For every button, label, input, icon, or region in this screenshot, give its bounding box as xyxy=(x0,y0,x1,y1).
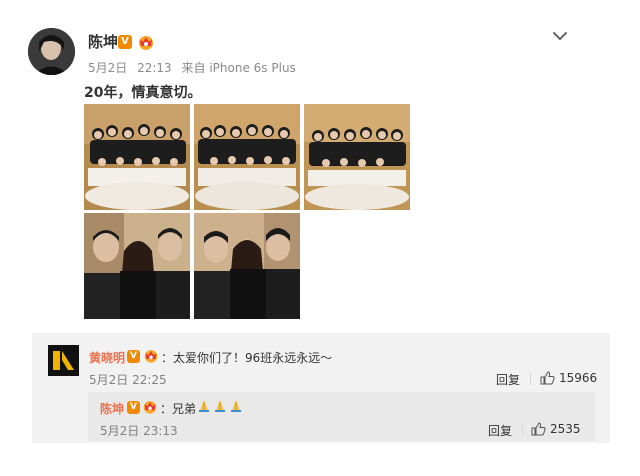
divider xyxy=(522,424,523,436)
comment-timestamp: 5月2日 22:25 xyxy=(89,371,167,388)
reply-timestamp: 5月2日 23:13 xyxy=(100,422,178,439)
comment-author[interactable]: 黄晓明 xyxy=(89,349,125,366)
comment-avatar[interactable] xyxy=(48,345,79,376)
trio-photo-2[interactable] xyxy=(194,213,300,319)
praying-hands-emoji xyxy=(199,401,209,412)
group-photo-3[interactable] xyxy=(304,104,410,210)
chevron-down-icon[interactable] xyxy=(552,30,568,42)
thumbs-up-icon xyxy=(531,422,546,436)
reply-reply-button[interactable]: 回复 xyxy=(488,422,512,439)
comment-body: 太爱你们了！96班永远永远～ xyxy=(173,351,333,365)
post-meta: 5月2日 22:13 来自 iPhone 6s Plus xyxy=(88,59,296,76)
like-count: 15966 xyxy=(559,371,598,385)
group-photo-2[interactable] xyxy=(194,104,300,210)
group-photo-1[interactable] xyxy=(84,104,190,210)
crown-member-icon[interactable] xyxy=(142,399,158,414)
reply-body: 兄弟 xyxy=(172,402,197,416)
weibo-post: 陈坤 V 5月2日 22:13 来自 iPhone 6s Plus 20年，情真… xyxy=(0,0,640,476)
post-date[interactable]: 5月2日 xyxy=(88,61,127,75)
comment-text: ：太爱你们了！96班永远永远～ xyxy=(161,349,332,366)
reply-author[interactable]: 陈坤 xyxy=(100,400,124,417)
trio-photo-1[interactable] xyxy=(84,213,190,319)
divider xyxy=(530,373,531,385)
reply-colon: ： xyxy=(160,402,173,416)
comment-date: 5月2日 xyxy=(89,373,129,387)
thumbs-up-icon xyxy=(540,371,555,385)
comment-colon: ： xyxy=(161,351,174,365)
reply-text: ：兄弟 xyxy=(160,400,196,417)
reply-button[interactable]: 回复 xyxy=(496,371,520,388)
author-avatar[interactable] xyxy=(28,28,75,75)
like-button[interactable]: 15966 xyxy=(540,371,597,385)
author-name[interactable]: 陈坤 xyxy=(88,31,118,52)
verified-v-icon: V xyxy=(127,401,140,414)
post-time[interactable]: 22:13 xyxy=(137,61,172,75)
post-source: 来自 iPhone 6s Plus xyxy=(181,61,296,75)
praying-hands-emoji xyxy=(231,401,241,412)
comment-time: 22:25 xyxy=(132,373,167,387)
verified-v-icon: V xyxy=(118,35,132,49)
crown-member-icon[interactable] xyxy=(143,348,159,363)
reply-like-button[interactable]: 2535 xyxy=(531,422,581,436)
reply-date: 5月2日 xyxy=(100,424,140,438)
post-content: 20年，情真意切。 xyxy=(84,85,202,101)
crown-member-icon[interactable] xyxy=(137,34,155,50)
reply-time: 23:13 xyxy=(143,424,178,438)
reply-like-count: 2535 xyxy=(550,422,581,436)
praying-hands-emoji xyxy=(215,401,225,412)
verified-v-icon: V xyxy=(127,350,140,363)
